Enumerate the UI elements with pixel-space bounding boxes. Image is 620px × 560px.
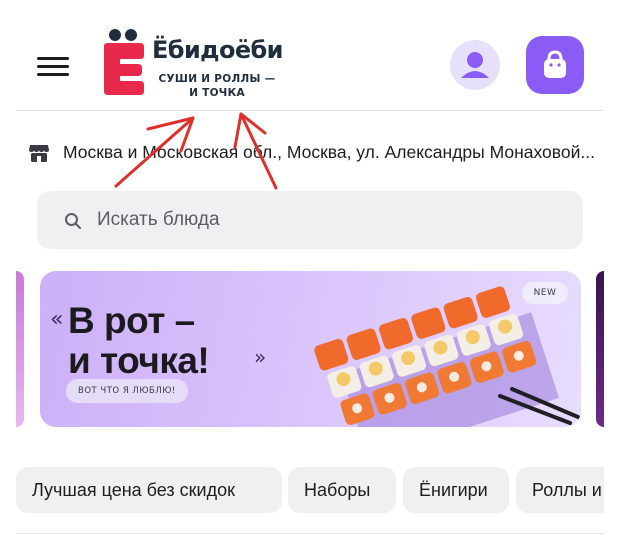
chip-sets[interactable]: Наборы [288, 467, 396, 513]
shopping-bag-icon[interactable] [526, 36, 584, 94]
banner-quote-open: « [50, 307, 64, 332]
brand-tagline: СУШИ И РОЛЛЫ — И ТОЧКА [158, 73, 276, 99]
promo-banner-prev[interactable] [16, 271, 24, 427]
store-icon [29, 145, 49, 162]
brand-name: Ёбидоёби [152, 36, 284, 64]
banner-headline-line1: В рот – [68, 300, 195, 341]
hamburger-menu-icon[interactable] [37, 57, 69, 77]
bottom-divider [16, 533, 604, 534]
banner-headline-line2: и точка! [68, 340, 210, 381]
new-badge: NEW [522, 282, 568, 304]
banner-headline: В рот – и точка! [68, 300, 210, 381]
brand-logo-icon [104, 29, 144, 95]
banner-quote-close: » [254, 345, 267, 369]
delivery-address[interactable]: Москва и Московская обл., Москва, ул. Ал… [63, 142, 603, 163]
search-icon [65, 213, 81, 229]
chip-best-price[interactable]: Лучшая цена без скидок [16, 467, 282, 513]
chip-rolls[interactable]: Роллы и [516, 467, 604, 513]
header-divider [16, 110, 604, 111]
banner-pill: ВОТ ЧТО Я ЛЮБЛЮ! [66, 379, 188, 403]
category-chips: Лучшая цена без скидок Наборы Ёнигири Ро… [16, 467, 604, 513]
search-placeholder: Искать блюда [97, 209, 220, 230]
app-page: Ёбидоёби СУШИ И РОЛЛЫ — И ТОЧКА Москва и… [16, 0, 604, 560]
search-field[interactable]: Искать блюда [37, 191, 583, 249]
promo-banner[interactable]: « В рот – и точка! » ВОТ ЧТО Я ЛЮБЛЮ! NE… [40, 271, 581, 427]
promo-banner-next[interactable] [596, 271, 604, 427]
chip-onigiri[interactable]: Ёнигири [403, 467, 509, 513]
user-avatar-icon[interactable] [450, 40, 500, 90]
